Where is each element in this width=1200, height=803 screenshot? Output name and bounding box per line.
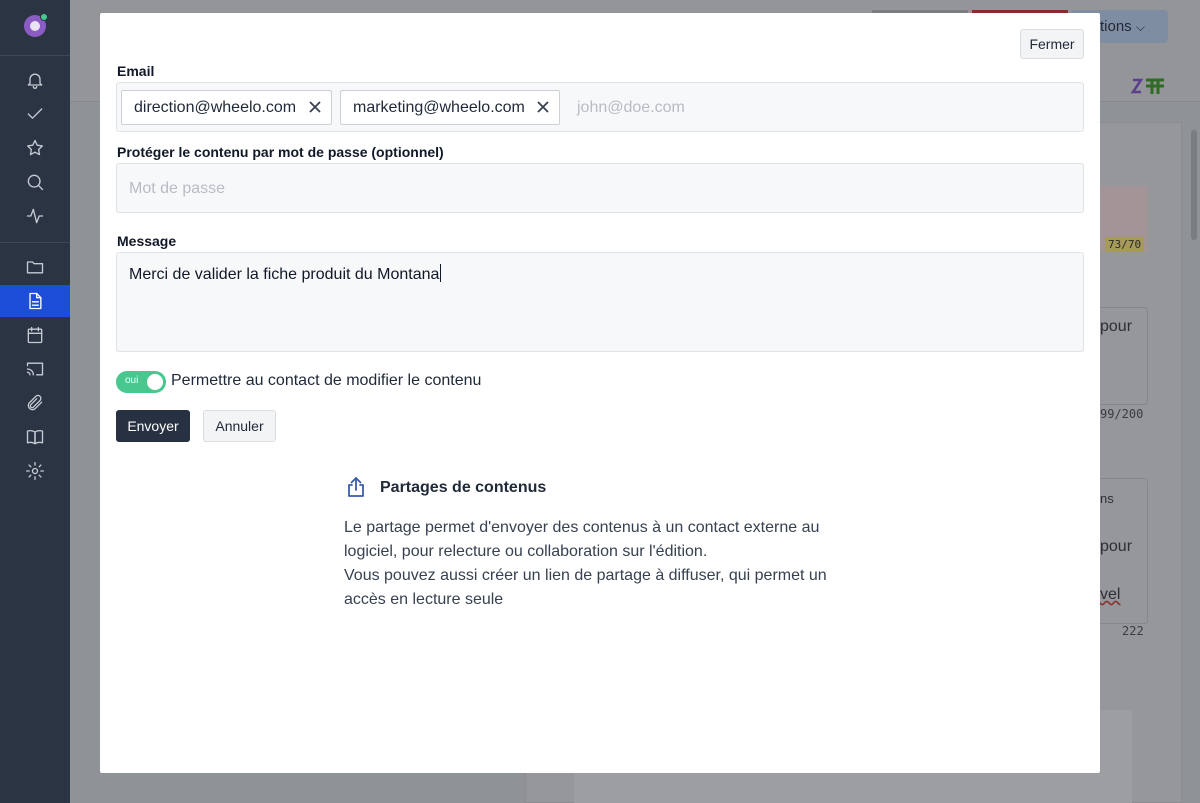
cast-icon[interactable] (25, 359, 45, 379)
sidebar-divider (0, 242, 70, 243)
background-column-header: ns (1100, 491, 1114, 506)
activity-icon[interactable] (25, 206, 45, 226)
toggle-knob (147, 374, 163, 390)
toggle-state-label: oui (125, 375, 139, 386)
bell-icon[interactable] (25, 70, 45, 90)
check-icon[interactable] (25, 104, 45, 124)
password-placeholder: Mot de passe (129, 180, 226, 197)
book-icon[interactable] (25, 427, 45, 447)
chevron-down-icon: ⌵ (1135, 20, 1145, 34)
text-caret (440, 264, 442, 282)
app-logo-icon[interactable] (24, 13, 48, 37)
sidebar-item-documents[interactable] (0, 285, 70, 317)
allow-edit-toggle[interactable]: oui (116, 371, 166, 393)
folder-icon[interactable] (25, 257, 45, 277)
paperclip-icon[interactable] (25, 393, 45, 413)
share-modal: Fermer Email direction@wheelo.com market… (100, 13, 1100, 773)
send-button[interactable]: Envoyer (116, 410, 190, 442)
password-label: Protéger le contenu par mot de passe (op… (117, 144, 444, 160)
share-upload-icon (344, 475, 368, 499)
message-label: Message (117, 233, 177, 249)
message-value: Merci de valider la fiche produit du Mon… (129, 264, 442, 283)
background-counter: 99/200 (1100, 407, 1144, 421)
info-text-line: logiciel, pour relecture ou collaboratio… (344, 543, 708, 560)
star-icon[interactable] (25, 138, 45, 158)
remove-tag-icon[interactable] (536, 100, 550, 114)
info-text-line: accès en lecture seule (344, 591, 504, 608)
background-count-badge: 73/70 (1105, 237, 1145, 252)
background-text: vel (1100, 586, 1121, 603)
sidebar (0, 0, 70, 803)
email-label: Email (117, 63, 155, 79)
email-tags-input[interactable]: direction@wheelo.com marketing@wheelo.co… (116, 82, 1084, 132)
password-field[interactable]: Mot de passe (116, 163, 1084, 213)
background-scrollbar (1191, 130, 1197, 240)
sidebar-divider (0, 55, 70, 56)
search-icon[interactable] (25, 172, 45, 192)
email-tag: marketing@wheelo.com (340, 90, 560, 125)
info-title: Partages de contenus (380, 479, 547, 496)
background-counter: 222 (1122, 624, 1144, 638)
document-icon (25, 291, 45, 311)
settings-gear-icon[interactable] (25, 461, 45, 481)
calendar-icon[interactable] (25, 325, 45, 345)
allow-edit-label: Permettre au contact de modifier le cont… (171, 372, 482, 389)
info-text-line: Vous pouvez aussi créer un lien de parta… (344, 567, 827, 584)
close-button[interactable]: Fermer (1020, 29, 1084, 59)
background-avatars (1130, 76, 1166, 96)
email-placeholder: john@doe.com (577, 99, 685, 116)
info-text-line: Le partage permet d'envoyer des contenus… (344, 519, 820, 536)
background-text: pour (1100, 318, 1133, 335)
remove-tag-icon[interactable] (308, 100, 322, 114)
background-text: pour (1100, 538, 1133, 555)
email-tag: direction@wheelo.com (121, 90, 332, 125)
cancel-button[interactable]: Annuler (203, 410, 276, 442)
message-textarea[interactable]: Merci de valider la fiche produit du Mon… (116, 252, 1084, 352)
